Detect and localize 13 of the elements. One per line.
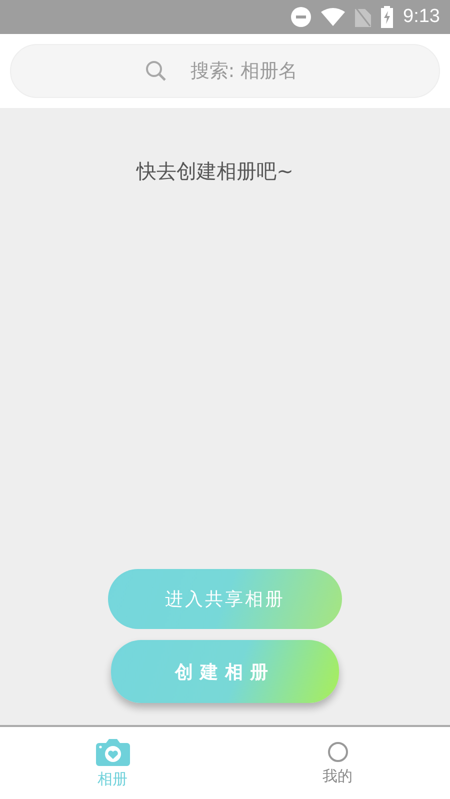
camera-icon (96, 738, 130, 766)
empty-message: 快去创建相册吧~ (136, 158, 294, 185)
no-sim-icon (355, 7, 372, 27)
battery-charging-icon (381, 6, 394, 28)
join-shared-album-button[interactable]: 进入共享相册 (108, 569, 342, 629)
nav-tab[interactable]: 我的 (225, 727, 450, 799)
nav-tab[interactable]: 相册 (0, 727, 225, 799)
circle-icon (326, 740, 348, 762)
search-field[interactable]: 搜索: 相册名 (10, 44, 440, 98)
create-album-button[interactable]: 创建相册 (111, 640, 339, 703)
do-not-disturb-icon (291, 7, 312, 27)
wifi-icon (321, 8, 346, 26)
clock-time: 9:13 (403, 6, 440, 28)
